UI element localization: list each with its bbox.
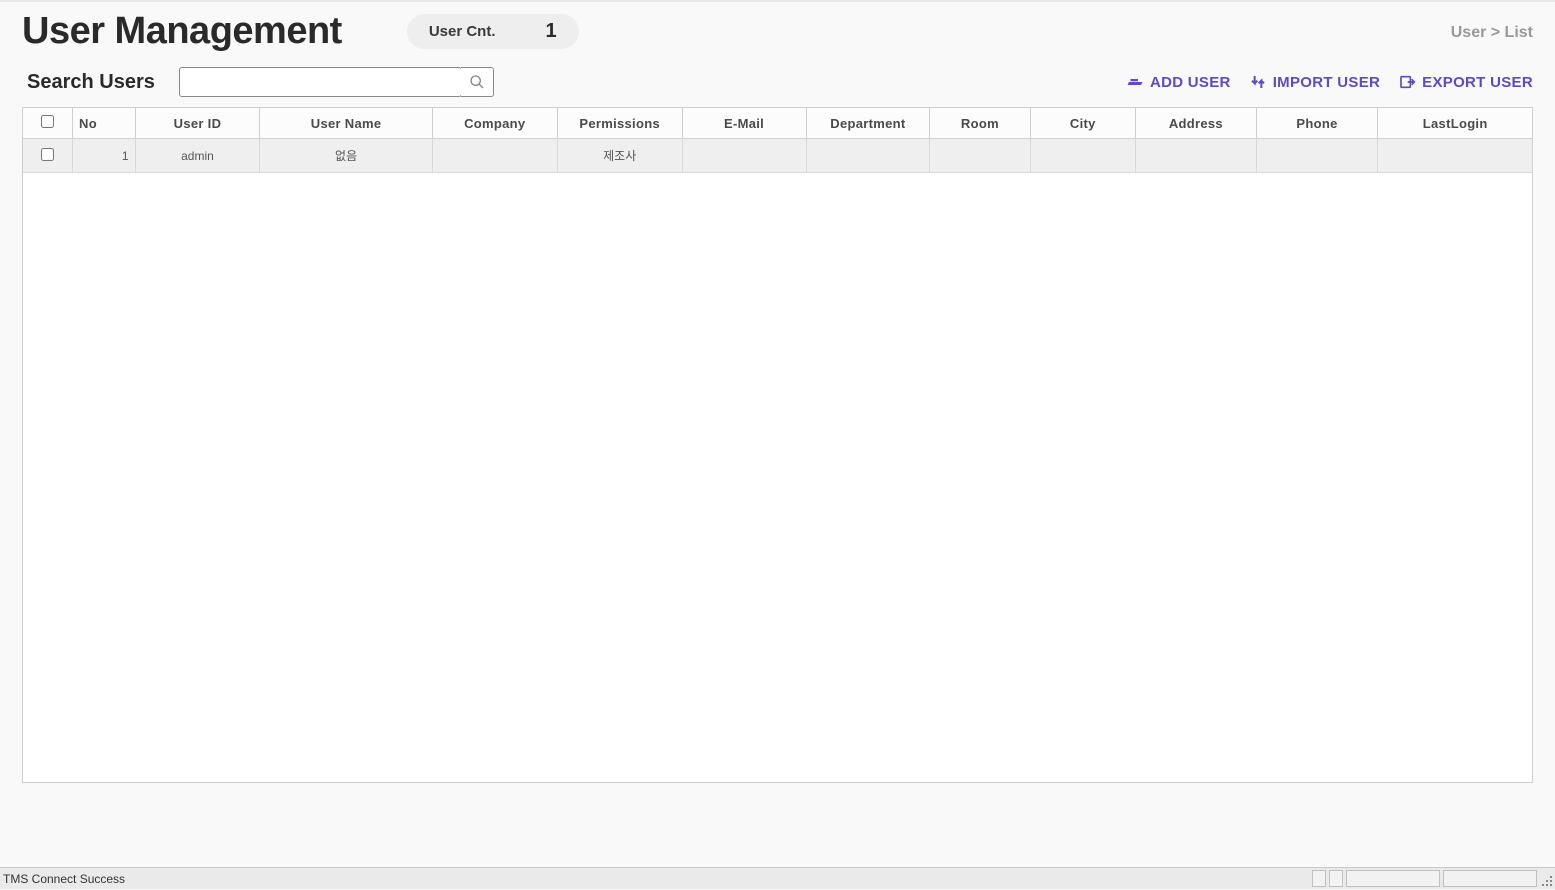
export-user-label: EXPORT USER (1422, 74, 1533, 91)
import-user-label: IMPORT USER (1273, 74, 1380, 91)
cell-user-name: 없음 (260, 139, 432, 173)
header-company[interactable]: Company (432, 108, 557, 139)
cell-city (1030, 139, 1136, 173)
cell-last-login (1378, 139, 1532, 173)
user-table: No User ID User Name Company Permissions… (23, 108, 1532, 173)
header-user-id[interactable]: User ID (135, 108, 260, 139)
add-user-icon (1126, 74, 1144, 90)
cell-department (806, 139, 930, 173)
header-checkbox-cell (23, 108, 73, 139)
header-email[interactable]: E-Mail (682, 108, 806, 139)
search-input[interactable] (179, 67, 462, 97)
cell-user-id: admin (135, 139, 260, 173)
search-icon (469, 74, 485, 90)
breadcrumb: User > List (1451, 24, 1533, 42)
header-permissions[interactable]: Permissions (557, 108, 682, 139)
header-department[interactable]: Department (806, 108, 930, 139)
export-icon (1398, 74, 1416, 90)
status-bar: TMS Connect Success (0, 867, 1555, 889)
user-count-badge: User Cnt. 1 (407, 14, 579, 49)
header-address[interactable]: Address (1136, 108, 1257, 139)
export-user-button[interactable]: EXPORT USER (1398, 74, 1533, 91)
status-panel (1329, 870, 1343, 887)
select-all-checkbox[interactable] (41, 115, 54, 128)
resize-grip-icon[interactable] (1541, 875, 1553, 887)
row-checkbox-cell (23, 139, 73, 173)
header-room[interactable]: Room (930, 108, 1030, 139)
user-table-wrapper: No User ID User Name Company Permissions… (22, 107, 1533, 783)
cell-address (1136, 139, 1257, 173)
page-title: User Management (22, 10, 342, 53)
cell-company (432, 139, 557, 173)
table-row[interactable]: 1 admin 없음 제조사 (23, 139, 1532, 173)
cell-room (930, 139, 1030, 173)
status-panel (1346, 870, 1440, 887)
cell-email (682, 139, 806, 173)
status-panel (1312, 870, 1326, 887)
import-icon (1249, 74, 1267, 90)
status-text: TMS Connect Success (3, 872, 1312, 886)
status-panels (1312, 870, 1555, 887)
header-no[interactable]: No (73, 108, 135, 139)
add-user-button[interactable]: ADD USER (1126, 74, 1231, 91)
cell-permissions: 제조사 (557, 139, 682, 173)
header-user-name[interactable]: User Name (260, 108, 432, 139)
user-count-value: 1 (546, 20, 557, 43)
header-city[interactable]: City (1030, 108, 1136, 139)
cell-phone (1256, 139, 1378, 173)
status-panel (1443, 870, 1537, 887)
user-count-label: User Cnt. (429, 23, 496, 40)
import-user-button[interactable]: IMPORT USER (1249, 74, 1380, 91)
header-phone[interactable]: Phone (1256, 108, 1378, 139)
search-button[interactable] (461, 67, 494, 97)
row-checkbox[interactable] (41, 148, 54, 161)
search-label: Search Users (27, 71, 155, 94)
header-last-login[interactable]: LastLogin (1378, 108, 1532, 139)
add-user-label: ADD USER (1150, 74, 1231, 91)
cell-no: 1 (73, 139, 135, 173)
